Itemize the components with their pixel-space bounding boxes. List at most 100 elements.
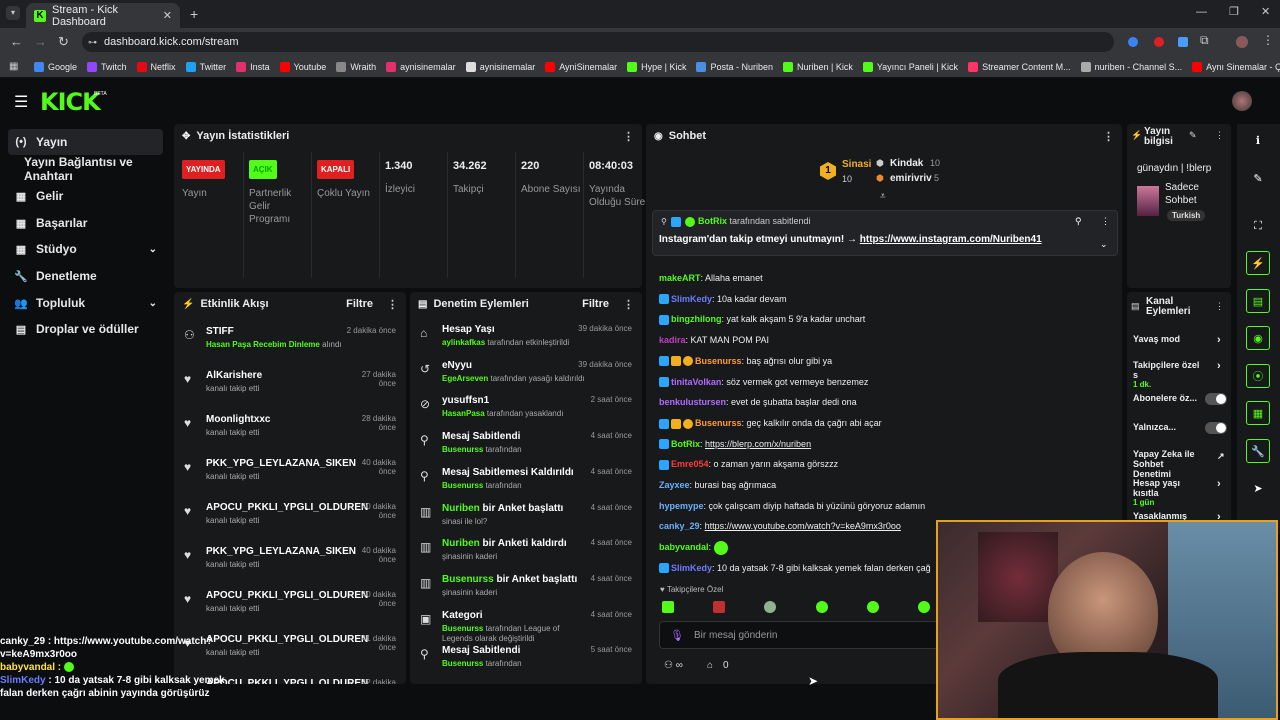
moderation-menu-icon[interactable]: ⋮ [623, 298, 634, 311]
activity-row[interactable]: ♥ APOCU_PKKLI_YPGLI_OLDUREN kanalı takip e… [174, 584, 404, 628]
chat-username[interactable]: bingzhilong [671, 314, 721, 324]
emote-icon[interactable] [917, 601, 930, 613]
bookmark-item[interactable]: Posta - Nuriben [696, 61, 773, 72]
chat-username[interactable]: benkulustursen [659, 397, 726, 407]
extension-icon[interactable] [1128, 37, 1138, 47]
bookmark-item[interactable]: AyniSinemalar [545, 61, 617, 72]
chat-username[interactable]: Busenurss [695, 418, 742, 428]
chat-username[interactable]: Busenurss [695, 356, 742, 366]
moderation-filter-button[interactable]: Filtre [582, 298, 609, 310]
reload-icon[interactable]: ↻ [58, 34, 69, 50]
channel-action[interactable]: Yavaş mod › [1133, 334, 1225, 346]
emote-icon[interactable] [866, 601, 879, 613]
sidebar-item[interactable]: ▤ Droplar ve ödüller [8, 316, 163, 342]
bookmark-item[interactable]: Aynı Sinemalar - Ça... [1192, 61, 1280, 72]
channel-action[interactable]: Yalnızca... [1133, 422, 1227, 434]
site-info-icon[interactable]: ⊶ [88, 37, 97, 48]
edit-icon[interactable]: ✎ [1189, 130, 1197, 141]
moderation-row[interactable]: ⊘ yusuffsn1 HasanPasa tarafından yasakland… [410, 389, 640, 425]
chat-users-icon[interactable]: ⚇ ∞ [664, 660, 683, 671]
emote-icon[interactable] [713, 601, 726, 613]
moderation-row[interactable]: ▥ Nuriben bir Anket başlattı sinasi ile lo… [410, 497, 640, 533]
moderation-row[interactable]: ⚲ Mesaj Sabitlemesi Kaldırıldı Busenurss t… [410, 461, 640, 497]
moderation-row[interactable]: ▣ Kategori Busenurss tarafından League of … [410, 604, 640, 643]
collapse-leaderboard-icon[interactable]: ⩡ [880, 191, 886, 202]
extensions-puzzle-icon[interactable]: ⧉ [1200, 33, 1209, 48]
forward-icon[interactable]: → [34, 34, 47, 49]
activity-row[interactable]: ♥ AlKarishere kanalı takip etti 27 dakika ö… [174, 364, 404, 408]
stream-category[interactable]: Sadece Sohbet [1165, 181, 1221, 207]
channel-action[interactable]: Abonelere öz... [1133, 393, 1227, 405]
info-icon[interactable]: ℹ [1246, 128, 1270, 152]
bookmark-item[interactable]: Insta [236, 61, 270, 72]
tab-close-icon[interactable]: ✕ [163, 9, 172, 22]
window-close-icon[interactable]: ✕ [1261, 5, 1270, 18]
moderation-row[interactable]: ▥ Busenurss bir Anket başlattı şinasinin k… [410, 568, 640, 604]
moderation-row[interactable]: ⚲ Mesaj Sabitlendi Busenurss tarafından 4 s… [410, 425, 640, 461]
chat-username[interactable]: BotRix [671, 439, 700, 449]
move-handle-icon[interactable]: ✥ [182, 131, 190, 142]
hamburger-menu-icon[interactable]: ☰ [14, 92, 28, 112]
moderation-row[interactable]: ▥ Nuriben bir Anketi kaldırdı şinasinin ka… [410, 532, 640, 568]
bookmark-item[interactable]: Wraith [336, 61, 376, 72]
bookmark-item[interactable]: Netflix [136, 61, 176, 72]
chat-username[interactable]: kadira [659, 335, 686, 345]
chat-username[interactable]: canky_29 [659, 521, 700, 531]
pinned-menu-icon[interactable]: ⋮ [1101, 216, 1110, 227]
channel-action-toggle[interactable] [1205, 393, 1227, 405]
rail-lightning-icon[interactable]: ⚡ [1246, 251, 1270, 275]
chat-link[interactable]: https://blerp.com/x/nuriben [705, 439, 811, 449]
activity-row[interactable]: ♥ PKK_YPG_LEYLAZANA_SIKEN kanalı takip ett… [174, 540, 404, 584]
extension-icon[interactable] [1178, 37, 1188, 47]
activity-menu-icon[interactable]: ⋮ [387, 298, 398, 311]
back-icon[interactable]: ← [10, 34, 23, 49]
new-tab-icon[interactable]: + [190, 6, 198, 22]
apps-grid-icon[interactable]: ▦ [9, 61, 18, 72]
url-field[interactable]: dashboard.kick.com/stream [82, 32, 1114, 52]
sidebar-item[interactable]: 👥 Topluluk ⌄ [8, 290, 163, 316]
moderation-row[interactable]: ⚲ Mesaj Sabitlendi Busenurss tarafından 5 s… [410, 639, 640, 675]
moderation-row[interactable]: ⌂ Hesap Yaşı aylinkafkas tarafından etkinl… [410, 318, 640, 354]
kick-logo[interactable]: KICK [40, 88, 101, 116]
bookmark-item[interactable]: Twitter [185, 61, 226, 72]
unpin-icon[interactable]: ⚲ [1075, 216, 1082, 227]
bookmark-item[interactable]: Nuriben | Kick [782, 61, 853, 72]
channel-actions-menu-icon[interactable]: ⋮ [1215, 301, 1224, 312]
channel-action[interactable]: Hesap yaşı kısıtla 1 gün › [1133, 478, 1225, 507]
pinned-link[interactable]: https://www.instagram.com/Nuriben41 [860, 234, 1042, 245]
extension-icon[interactable] [1154, 37, 1164, 47]
pinned-by-user[interactable]: BotRix [698, 216, 727, 226]
browser-tab[interactable]: K Stream - Kick Dashboard ✕ [26, 3, 180, 28]
profile-avatar[interactable] [1236, 36, 1248, 48]
chat-username[interactable]: SlimKedy [671, 563, 712, 573]
user-avatar[interactable] [1232, 91, 1252, 111]
chat-menu-icon[interactable]: ⋮ [1103, 130, 1114, 143]
sidebar-item[interactable]: ▦ Stüdyo ⌄ [8, 236, 163, 262]
bookmark-item[interactable]: Twitch [87, 61, 127, 72]
chat-username[interactable]: tinitaVolkan [671, 377, 721, 387]
channel-action[interactable]: Takipçilere özel s1 dk. › [1133, 360, 1225, 389]
bookmark-item[interactable]: Streamer Content M... [968, 61, 1071, 72]
pinned-expand-icon[interactable]: ⌄ [1100, 239, 1108, 250]
activity-row[interactable]: ♥ Moonlightxxc kanalı takip etti 28 dakika … [174, 408, 404, 452]
emote-icon[interactable] [815, 601, 828, 613]
bookmark-item[interactable]: aynisinemalar [386, 61, 456, 72]
activity-filter-button[interactable]: Filtre [346, 298, 373, 310]
rail-broadcast-icon[interactable]: ⦿ [1246, 364, 1270, 388]
chat-link[interactable]: https://www.youtube.com/watch?v=keA9mx3r… [705, 521, 901, 531]
rail-wrench-icon[interactable]: 🔧 [1246, 439, 1270, 463]
emote-icon[interactable] [662, 601, 674, 613]
activity-row[interactable]: ♥ PKK_YPG_LEYLAZANA_SIKEN kanalı takip ett… [174, 452, 404, 496]
pencil-icon[interactable]: ✎ [1246, 166, 1270, 190]
chat-username[interactable]: hypemype [659, 501, 704, 511]
chat-username[interactable]: SlimKedy [671, 294, 712, 304]
sidebar-item[interactable]: ▦ Başarılar [8, 210, 163, 236]
leader-1-name[interactable]: Sinasi [842, 159, 871, 170]
stats-menu-icon[interactable]: ⋮ [623, 130, 634, 143]
chat-username[interactable]: makeART [659, 273, 701, 283]
category-thumbnail[interactable] [1137, 186, 1159, 216]
bookmark-item[interactable]: aynisinemalar [465, 61, 535, 72]
bookmark-item[interactable]: Yayıncı Paneli | Kick [862, 61, 958, 72]
microphone-icon[interactable]: 🎙 [670, 629, 684, 642]
emote-icon[interactable] [764, 601, 777, 613]
